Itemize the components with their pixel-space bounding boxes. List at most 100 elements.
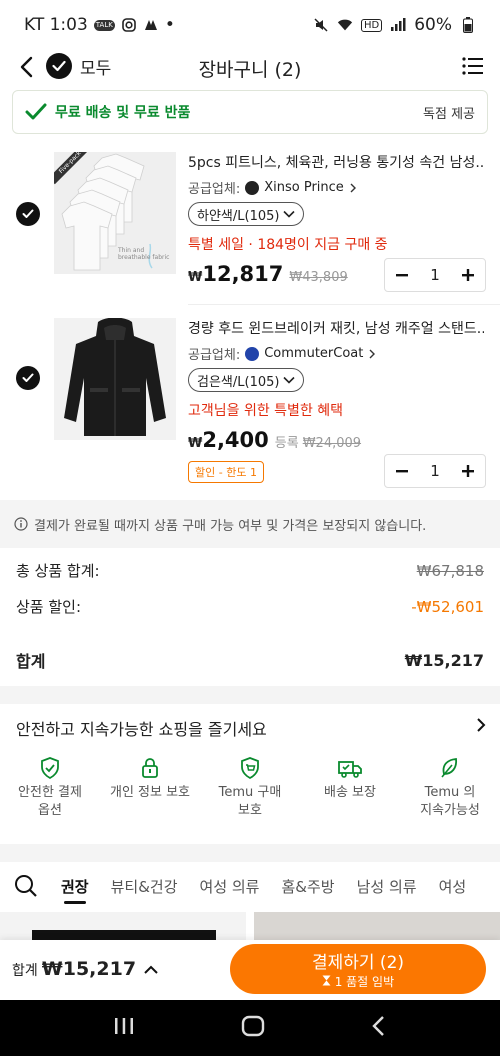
checkout-bar: 합계 ₩15,217 결제하기 (2) 1 품절 임박 <box>0 940 500 1000</box>
hd-icon: HD <box>360 18 383 32</box>
price-block: ₩ 12,817 ₩43,809 <box>188 262 348 286</box>
tab-women[interactable]: 여성 <box>428 862 478 910</box>
battery-level: 60% <box>414 15 452 35</box>
currency: ₩ <box>188 436 203 451</box>
green-check-icon <box>25 103 47 120</box>
quantity-value[interactable]: 1 <box>419 462 451 480</box>
lock-icon <box>142 758 158 778</box>
exclusive-label: 독점 제공 <box>423 106 475 122</box>
total-label: 합계 <box>16 652 46 671</box>
tab-mens-clothing[interactable]: 남성 의류 <box>346 862 428 910</box>
status-dot: • <box>164 15 175 35</box>
product-title[interactable]: 경량 후드 윈드브레이커 재킷, 남성 캐주얼 스탠드... <box>188 318 484 338</box>
seller-info[interactable]: 공급업체: Xinso Prince <box>188 178 357 197</box>
seller-logo-icon <box>245 346 260 361</box>
chevron-up-icon <box>144 965 158 974</box>
quantity-stepper: 1 <box>384 258 486 292</box>
item-checkbox[interactable] <box>16 366 40 390</box>
safe-shopping-title[interactable]: 안전하고 지속가능한 쇼핑을 즐기세요 <box>16 716 267 740</box>
instagram-icon <box>121 17 137 33</box>
notice-text: 결제가 완료될 때까지 상품 구매 가능 여부 및 가격은 보장되지 않습니다. <box>34 518 427 534</box>
recommended-product-image[interactable] <box>0 912 246 944</box>
subtotal-value: ₩67,818 <box>416 561 484 580</box>
tab-beauty-health[interactable]: 뷰티&건강 <box>100 862 189 910</box>
subtotal-label: 총 상품 합계: <box>16 562 100 580</box>
search-icon <box>15 875 37 897</box>
quantity-value[interactable]: 1 <box>419 266 451 284</box>
minus-icon <box>396 470 408 473</box>
decrease-button[interactable] <box>385 259 419 291</box>
safe-item-sustainability[interactable]: Temu 의 지속가능성 <box>400 756 500 819</box>
safe-shopping-items: 안전한 결제 옵션 개인 정보 보호 Temu 구매 보호 배송 보장 Temu… <box>0 756 500 819</box>
total-value: ₩15,217 <box>404 650 484 670</box>
product-image[interactable] <box>54 318 176 440</box>
safe-item-privacy[interactable]: 개인 정보 보호 <box>100 756 200 819</box>
checkout-total[interactable]: 합계 ₩15,217 <box>12 958 158 980</box>
free-shipping-banner: 무료 배송 및 무료 반품 독점 제공 <box>12 90 488 134</box>
product-image[interactable]: Five-pack Thin and breathable fabric <box>54 152 176 274</box>
special-offer-text: 고객님을 위한 특별한 혜택 <box>188 403 344 419</box>
chevron-down-icon <box>283 376 296 384</box>
back-icon <box>372 1016 384 1036</box>
kakaotalk-icon: TALK <box>93 19 115 31</box>
safe-item-label: 안전한 결제 옵션 <box>18 785 82 818</box>
shield-check-icon <box>41 757 59 780</box>
safe-item-delivery[interactable]: 배송 보장 <box>300 756 400 819</box>
variant-selector[interactable]: 하얀색/L(105) <box>188 202 305 226</box>
tab-womens-clothing[interactable]: 여성 의류 <box>189 862 271 910</box>
checkout-total-label: 합계 <box>12 963 38 979</box>
top-bar: 모두 장바구니 (2) <box>0 46 500 88</box>
recommended-product-image[interactable] <box>254 912 500 942</box>
category-search-button[interactable] <box>2 862 50 910</box>
category-tabs: 권장 뷰티&건강 여성 의류 홈&주방 남성 의류 여성 <box>0 862 500 910</box>
image-caption: Thin and breathable fabric <box>118 247 170 261</box>
quantity-stepper: 1 <box>384 454 486 488</box>
hourglass-icon <box>322 975 331 986</box>
product-title[interactable]: 5pcs 피트니스, 체육관, 러닝용 통기성 속건 남성... <box>188 152 484 172</box>
safe-item-purchase-protection[interactable]: Temu 구매 보호 <box>200 756 300 819</box>
variant-label: 하얀색/L(105) <box>197 208 280 224</box>
currency: ₩ <box>188 270 203 285</box>
cart-shield-icon <box>241 757 259 780</box>
increase-button[interactable] <box>451 259 485 291</box>
low-stock-text: 1 품절 임박 <box>334 975 395 989</box>
chevron-right-icon <box>477 718 486 732</box>
recent-apps-button[interactable] <box>113 1016 135 1040</box>
home-icon <box>241 1015 265 1037</box>
mute-icon <box>313 17 329 33</box>
system-back-button[interactable] <box>371 1015 387 1041</box>
list-menu-button[interactable] <box>462 55 484 79</box>
safe-item-payment[interactable]: 안전한 결제 옵션 <box>0 756 100 819</box>
price: 12,817 <box>202 262 284 286</box>
decrease-button[interactable] <box>385 455 419 487</box>
original-price: ₩43,809 <box>289 270 348 285</box>
free-shipping-text: 무료 배송 및 무료 반품 <box>55 105 191 121</box>
increase-button[interactable] <box>451 455 485 487</box>
safe-item-label: Temu 구매 보호 <box>218 785 282 818</box>
recent-apps-icon <box>115 1018 133 1034</box>
check-icon <box>22 209 34 218</box>
safe-shopping-section: 안전하고 지속가능한 쇼핑을 즐기세요 안전한 결제 옵션 개인 정보 보호 T… <box>0 702 500 844</box>
seller-info[interactable]: 공급업체: CommuterCoat <box>188 344 376 363</box>
checkout-sub: 1 품절 임박 <box>322 973 394 990</box>
home-button[interactable] <box>241 1014 265 1042</box>
variant-selector[interactable]: 검은색/L(105) <box>188 368 305 392</box>
safe-shopping-more[interactable] <box>476 714 486 738</box>
tab-recommended[interactable]: 권장 <box>50 862 100 910</box>
subtotal-row: 총 상품 합계: ₩67,818 <box>16 560 484 581</box>
chevron-right-icon <box>350 183 356 192</box>
list-icon <box>462 57 483 75</box>
discount-row: 상품 할인: -₩52,601 <box>16 596 484 617</box>
info-icon <box>14 517 28 531</box>
checkout-total-value: ₩15,217 <box>41 958 137 980</box>
status-time: KT 1:03 <box>24 15 88 35</box>
page-title: 장바구니 (2) <box>198 59 302 81</box>
tab-home-kitchen[interactable]: 홈&주방 <box>270 862 345 910</box>
item-checkbox[interactable] <box>16 202 40 226</box>
seller-label: 공급업체: <box>188 182 241 197</box>
checkout-button[interactable]: 결제하기 (2) 1 품절 임박 <box>230 944 486 994</box>
price-notice: 결제가 완료될 때까지 상품 구매 가능 여부 및 가격은 보장되지 않습니다. <box>0 500 500 548</box>
discount-value: -₩52,601 <box>411 597 484 616</box>
price: 2,400 <box>202 428 269 452</box>
system-nav-bar <box>0 1000 500 1056</box>
